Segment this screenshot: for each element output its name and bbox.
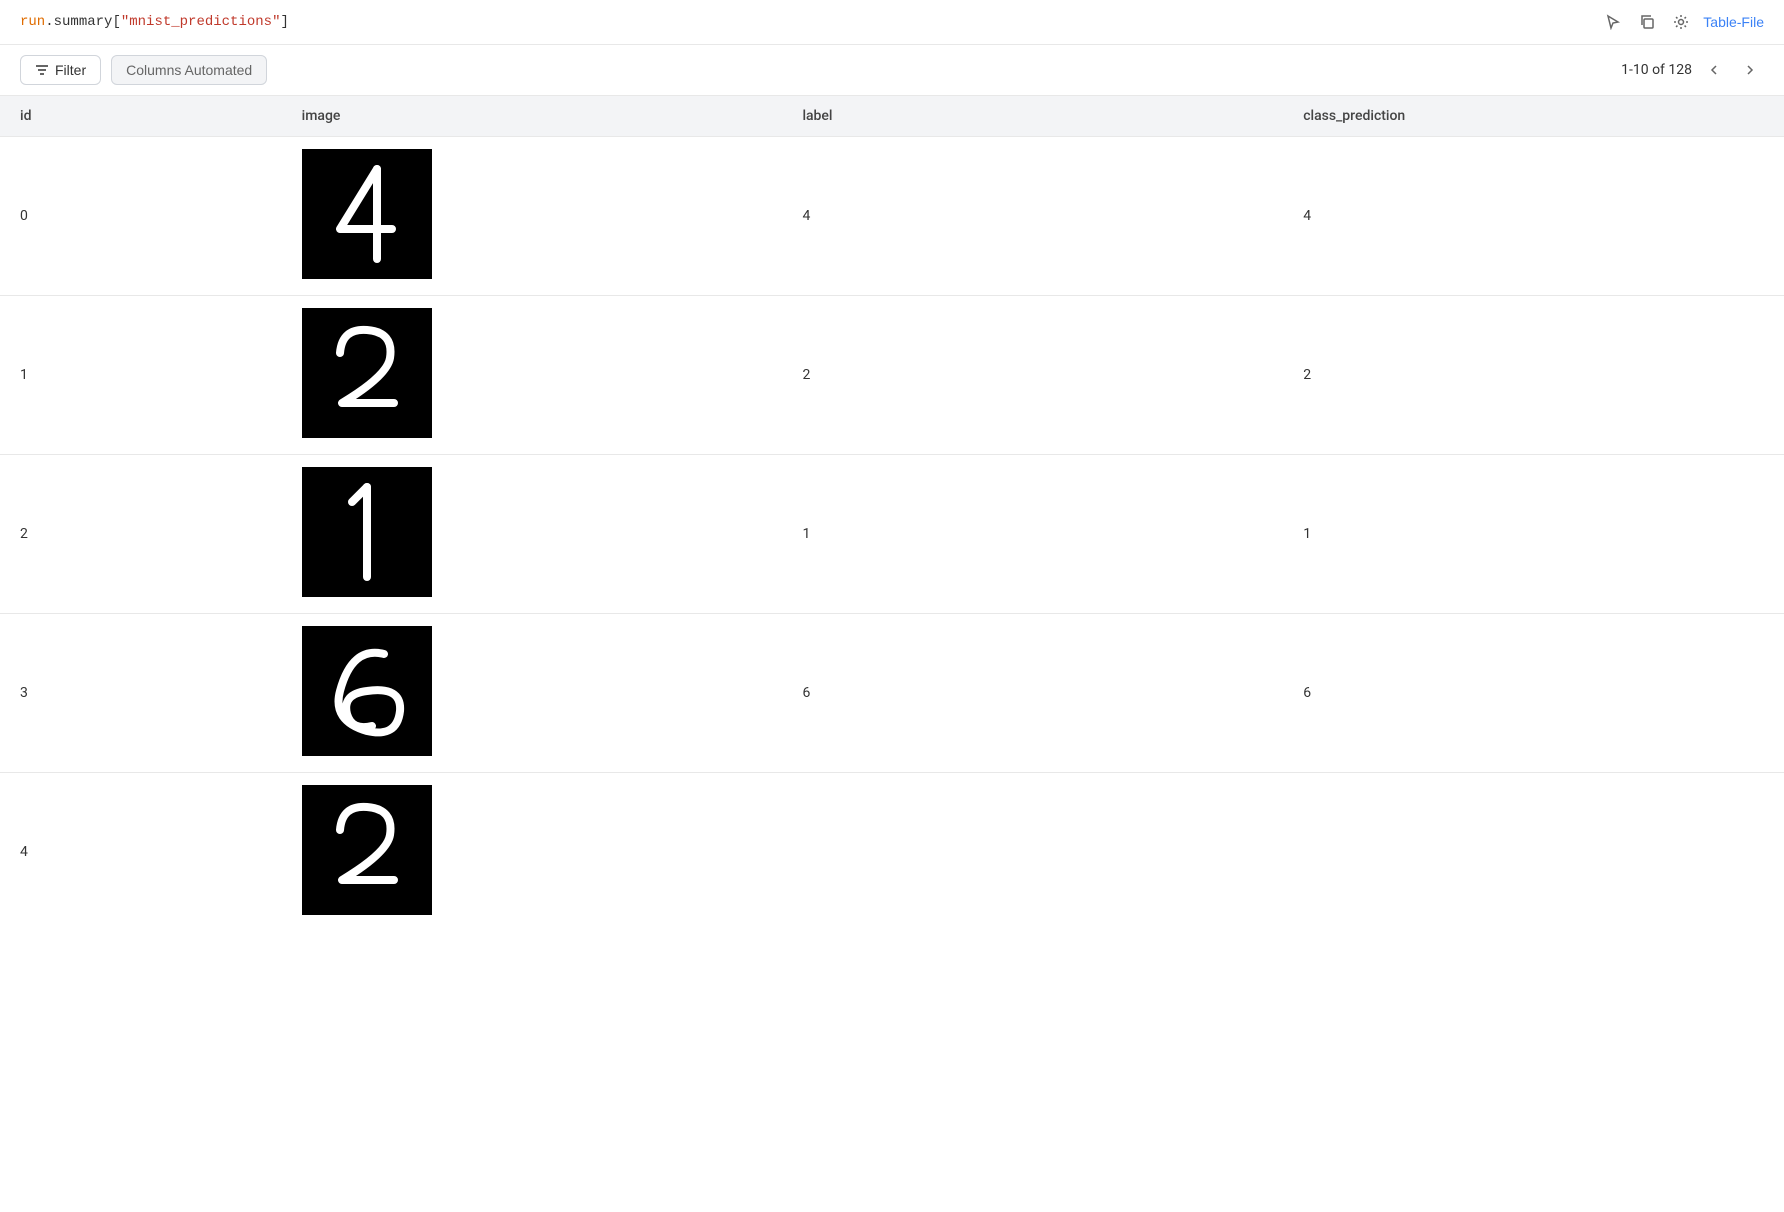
table-row: 0 44 xyxy=(0,137,1784,296)
filter-icon xyxy=(35,63,49,77)
cursor-icon xyxy=(1605,14,1621,30)
cell-id: 3 xyxy=(0,614,282,773)
mnist-image xyxy=(302,785,432,915)
pagination: 1-10 of 128 xyxy=(1621,60,1764,80)
table-row: 1 22 xyxy=(0,296,1784,455)
top-bar: run.summary["mnist_predictions"] Table-F… xyxy=(0,0,1784,45)
table-body: 0 441 222 113 664 xyxy=(0,137,1784,932)
mnist-image xyxy=(302,626,432,756)
gear-button[interactable] xyxy=(1669,10,1693,34)
cell-image xyxy=(282,296,783,455)
col-header-id: id xyxy=(0,96,282,137)
data-table: id image label class_prediction 0 441 22… xyxy=(0,96,1784,931)
cell-prediction: 1 xyxy=(1283,455,1784,614)
table-file-button[interactable]: Table-File xyxy=(1703,14,1764,30)
cell-id: 2 xyxy=(0,455,282,614)
cell-prediction xyxy=(1283,773,1784,932)
code-bracket: [ xyxy=(112,14,120,30)
chevron-left-icon xyxy=(1706,62,1722,78)
cell-label: 6 xyxy=(782,614,1283,773)
table-header: id image label class_prediction xyxy=(0,96,1784,137)
code-obj: run xyxy=(20,14,45,30)
next-page-button[interactable] xyxy=(1736,60,1764,80)
columns-button[interactable]: Columns Automated xyxy=(111,55,267,85)
mnist-image xyxy=(302,149,432,279)
toolbar: Filter Columns Automated 1-10 of 128 xyxy=(0,45,1784,96)
cell-image xyxy=(282,455,783,614)
cell-id: 4 xyxy=(0,773,282,932)
col-header-image: image xyxy=(282,96,783,137)
cell-id: 1 xyxy=(0,296,282,455)
filter-button[interactable]: Filter xyxy=(20,55,101,85)
table-row: 2 11 xyxy=(0,455,1784,614)
code-key: "mnist_predictions" xyxy=(121,14,281,30)
cell-prediction: 4 xyxy=(1283,137,1784,296)
copy-button[interactable] xyxy=(1635,10,1659,34)
prev-page-button[interactable] xyxy=(1700,60,1728,80)
code-method: .summary xyxy=(45,14,112,30)
cell-label: 2 xyxy=(782,296,1283,455)
col-header-prediction: class_prediction xyxy=(1283,96,1784,137)
filter-label: Filter xyxy=(55,62,86,78)
header-row: id image label class_prediction xyxy=(0,96,1784,137)
toolbar-left: Filter Columns Automated xyxy=(20,55,267,85)
top-actions: Table-File xyxy=(1601,10,1764,34)
cell-image xyxy=(282,614,783,773)
copy-icon xyxy=(1639,14,1655,30)
code-bracket-close: ] xyxy=(280,14,288,30)
cell-label: 4 xyxy=(782,137,1283,296)
table-row: 3 66 xyxy=(0,614,1784,773)
chevron-right-icon xyxy=(1742,62,1758,78)
cell-prediction: 6 xyxy=(1283,614,1784,773)
code-title: run.summary["mnist_predictions"] xyxy=(20,14,289,30)
col-header-label: label xyxy=(782,96,1283,137)
cell-label xyxy=(782,773,1283,932)
cell-id: 0 xyxy=(0,137,282,296)
table-file-label: Table-File xyxy=(1703,14,1764,30)
cell-image xyxy=(282,773,783,932)
mnist-image xyxy=(302,308,432,438)
columns-label: Columns Automated xyxy=(126,62,252,78)
table-row: 4 xyxy=(0,773,1784,932)
cell-prediction: 2 xyxy=(1283,296,1784,455)
cell-label: 1 xyxy=(782,455,1283,614)
page-range: 1-10 of 128 xyxy=(1621,62,1692,78)
mnist-image xyxy=(302,467,432,597)
gear-icon xyxy=(1673,14,1689,30)
cell-image xyxy=(282,137,783,296)
cursor-button[interactable] xyxy=(1601,10,1625,34)
